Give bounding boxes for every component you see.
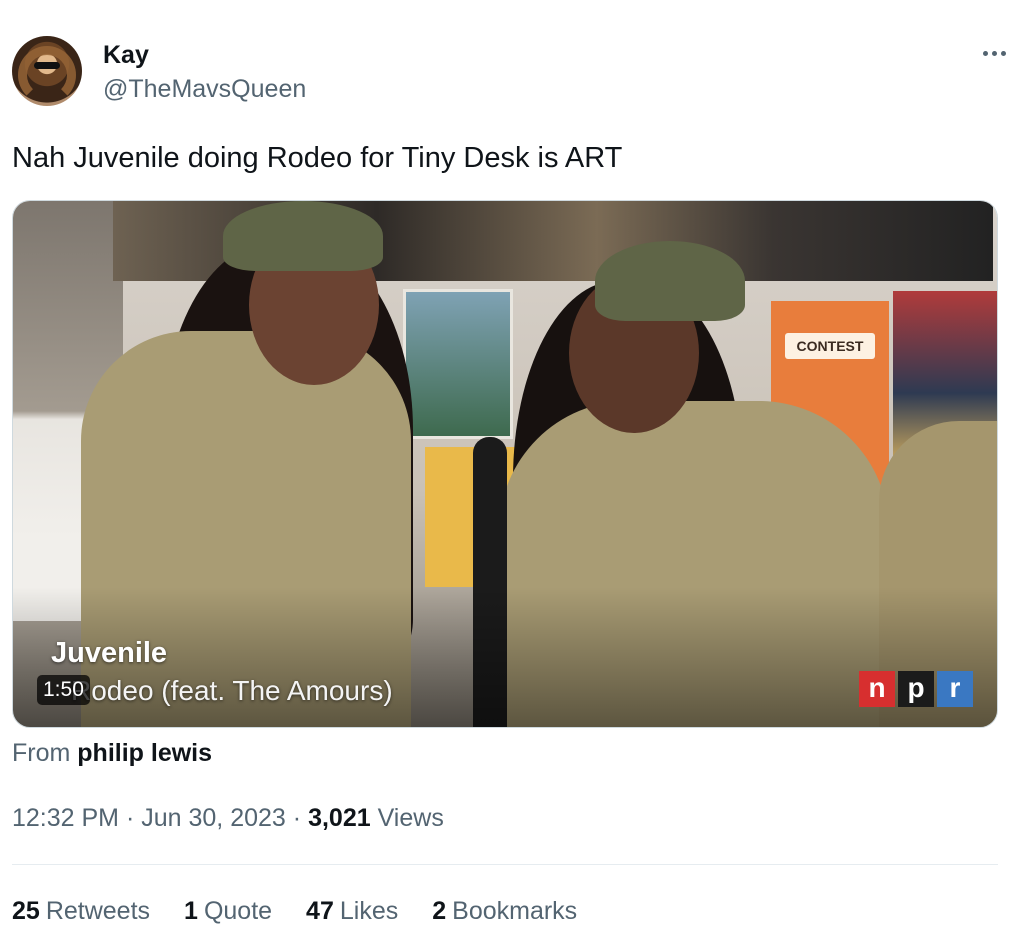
dot <box>982 50 988 56</box>
dot <box>991 50 997 56</box>
engagement-stats: 25 Retweets 1 Quote 47 Likes 2 Bookmarks <box>12 896 611 926</box>
video-player[interactable]: CONTEST Juvenile Rodeo (feat. The Amours… <box>12 200 998 728</box>
source-account-link[interactable]: philip lewis <box>77 739 212 767</box>
npr-logo-letter: p <box>898 671 934 707</box>
poster-contest-text: CONTEST <box>785 333 875 359</box>
avatar[interactable] <box>12 36 82 106</box>
bookmarks-stat[interactable]: 2 Bookmarks <box>432 896 577 926</box>
meta-separator: · <box>292 804 302 832</box>
npr-logo-letter: n <box>859 671 895 707</box>
video-duration-badge: 1:50 <box>37 675 90 705</box>
quotes-count: 1 <box>184 897 198 925</box>
retweets-label: Retweets <box>45 897 151 925</box>
more-options-icon[interactable] <box>976 38 1012 68</box>
bookmarks-count: 2 <box>432 897 447 925</box>
tweet-date[interactable]: Jun 30, 2023 <box>141 804 286 832</box>
avatar-sunglasses-shape <box>34 62 60 69</box>
divider <box>12 864 998 865</box>
bookmarks-label: Bookmarks <box>452 897 578 925</box>
thumbnail-poster <box>403 289 513 439</box>
tweet-header: Kay @TheMavsQueen <box>12 36 1012 108</box>
tweet-text: Nah Juvenile doing Rodeo for Tiny Desk i… <box>12 142 623 174</box>
avatar-hair-shape <box>18 46 76 104</box>
author-name[interactable]: Kay <box>103 40 149 70</box>
performer-left-cap <box>223 201 383 271</box>
tweet-meta: 12:32 PM · Jun 30, 2023 · 3,021 Views <box>12 803 444 833</box>
video-overlay-artist: Juvenile <box>51 637 168 669</box>
quotes-label: Quote <box>203 897 273 925</box>
source-prefix: From <box>12 739 71 767</box>
dot <box>1000 50 1006 56</box>
performer-right-cap <box>595 241 745 321</box>
likes-label: Likes <box>339 897 399 925</box>
quotes-stat[interactable]: 1 Quote <box>184 896 272 926</box>
video-source: From philip lewis <box>12 738 212 768</box>
retweets-count: 25 <box>12 897 40 925</box>
npr-logo: n p r <box>859 671 973 707</box>
video-overlay-title: Rodeo (feat. The Amours) <box>71 675 393 706</box>
views-label: Views <box>377 804 444 832</box>
npr-logo-letter: r <box>937 671 973 707</box>
author-handle[interactable]: @TheMavsQueen <box>103 74 306 104</box>
meta-separator: · <box>125 804 135 832</box>
likes-stat[interactable]: 47 Likes <box>306 896 398 926</box>
views-count: 3,021 <box>308 804 371 832</box>
likes-count: 47 <box>306 897 334 925</box>
tweet-time[interactable]: 12:32 PM <box>12 804 119 832</box>
retweets-stat[interactable]: 25 Retweets <box>12 896 150 926</box>
